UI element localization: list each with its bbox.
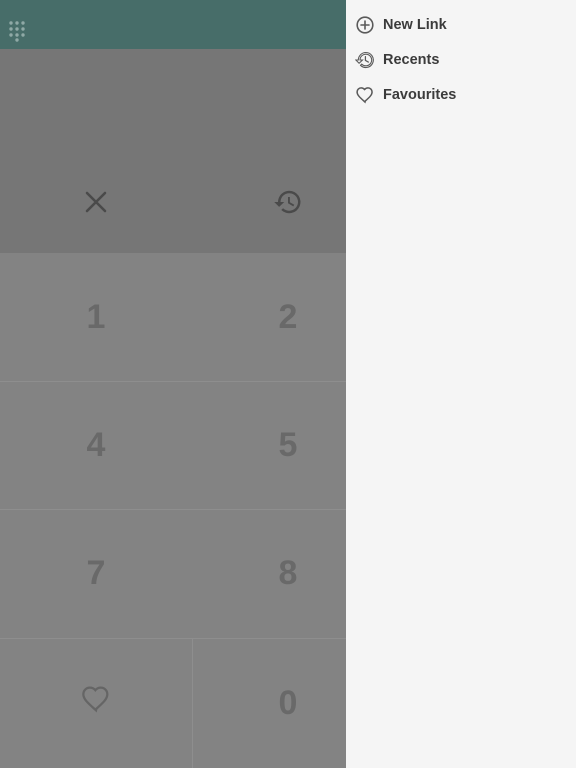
key-5[interactable]: 5: [192, 381, 346, 509]
clear-button[interactable]: [80, 188, 112, 220]
dialer-main: 1 2 4 5 7 8 0: [0, 0, 346, 768]
menu-item-new-link[interactable]: New Link: [346, 8, 576, 43]
key-2[interactable]: 2: [192, 253, 346, 381]
favourite-key[interactable]: [0, 638, 192, 768]
menu-item-label: Favourites: [383, 87, 457, 103]
top-bar: [0, 0, 346, 49]
history-icon: [355, 50, 375, 70]
menu-item-recents[interactable]: Recents: [346, 43, 576, 78]
key-8[interactable]: 8: [192, 509, 346, 638]
dialpad-icon[interactable]: [8, 19, 28, 43]
heart-icon: [355, 85, 375, 105]
history-icon: [273, 187, 303, 222]
menu-item-label: New Link: [383, 17, 447, 33]
number-display: [0, 49, 346, 253]
close-icon: [84, 190, 108, 219]
key-0[interactable]: 0: [193, 638, 346, 768]
navigation-drawer: New Link Recents Favourites: [346, 0, 576, 768]
menu-item-label: Recents: [383, 52, 440, 68]
menu-item-favourites[interactable]: Favourites: [346, 78, 576, 113]
key-1[interactable]: 1: [0, 253, 192, 381]
key-7[interactable]: 7: [0, 509, 192, 638]
add-circle-icon: [355, 15, 375, 35]
call-history-button[interactable]: [272, 188, 304, 220]
heart-icon: [80, 683, 112, 724]
key-4[interactable]: 4: [0, 381, 192, 509]
